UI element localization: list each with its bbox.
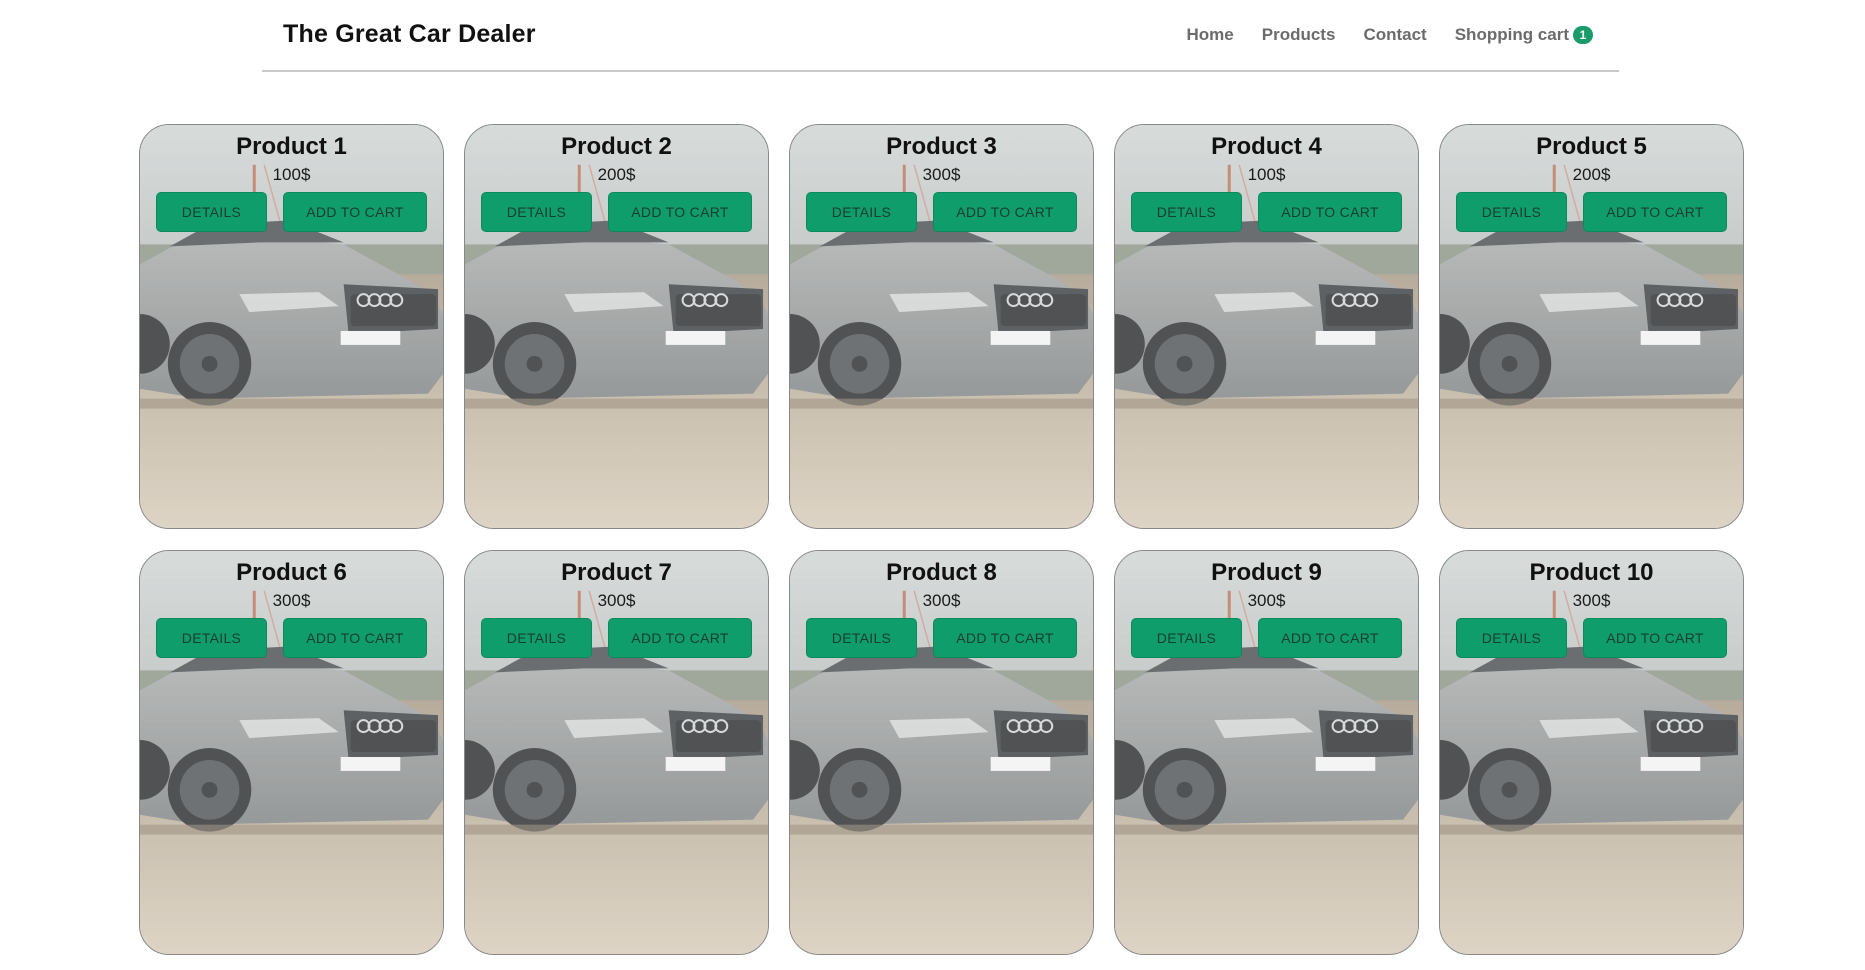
product-price: 300$	[1572, 591, 1611, 610]
add-to-cart-button[interactable]: ADD TO CART	[933, 618, 1077, 658]
product-title: Product 7	[561, 559, 672, 586]
card-image-overlay	[790, 125, 1093, 528]
top-header: The Great Car Dealer Home Products Conta…	[262, 0, 1619, 72]
cart-count-badge: 1	[1573, 26, 1593, 44]
card-image-overlay	[1440, 551, 1743, 954]
details-button[interactable]: DETAILS	[806, 192, 917, 232]
add-to-cart-button[interactable]: ADD TO CART	[283, 618, 427, 658]
product-card: Product 2 200$ DETAILS ADD TO CART	[464, 124, 769, 529]
details-button[interactable]: DETAILS	[156, 618, 267, 658]
product-title: Product 2	[561, 133, 672, 160]
product-price: 100$	[1247, 165, 1286, 184]
product-card: Product 6 300$ DETAILS ADD TO CART	[139, 550, 444, 955]
product-title: Product 3	[886, 133, 997, 160]
main-nav: Home Products Contact Shopping cart 1	[1187, 25, 1593, 45]
add-to-cart-button[interactable]: ADD TO CART	[933, 192, 1077, 232]
add-to-cart-button[interactable]: ADD TO CART	[1258, 618, 1402, 658]
add-to-cart-button[interactable]: ADD TO CART	[1258, 192, 1402, 232]
card-image-overlay	[790, 551, 1093, 954]
details-button[interactable]: DETAILS	[1131, 618, 1242, 658]
card-image-overlay	[140, 551, 443, 954]
add-to-cart-button[interactable]: ADD TO CART	[608, 192, 752, 232]
card-image-overlay	[140, 125, 443, 528]
product-price: 300$	[597, 591, 636, 610]
add-to-cart-button[interactable]: ADD TO CART	[283, 192, 427, 232]
details-button[interactable]: DETAILS	[1456, 618, 1567, 658]
card-image-overlay	[1115, 551, 1418, 954]
details-button[interactable]: DETAILS	[806, 618, 917, 658]
product-price: 300$	[1247, 591, 1286, 610]
product-grid: Product 1 100$ DETAILS ADD TO CART Produ…	[139, 124, 1744, 955]
product-card: Product 10 300$ DETAILS ADD TO CART	[1439, 550, 1744, 955]
product-title: Product 1	[236, 133, 347, 160]
nav-home-link[interactable]: Home	[1187, 25, 1234, 45]
product-card: Product 7 300$ DETAILS ADD TO CART	[464, 550, 769, 955]
card-image-overlay	[465, 551, 768, 954]
product-card: Product 5 200$ DETAILS ADD TO CART	[1439, 124, 1744, 529]
nav-contact-link[interactable]: Contact	[1363, 25, 1426, 45]
details-button[interactable]: DETAILS	[481, 618, 592, 658]
add-to-cart-button[interactable]: ADD TO CART	[1583, 192, 1727, 232]
details-button[interactable]: DETAILS	[481, 192, 592, 232]
product-price: 300$	[272, 591, 311, 610]
product-card: Product 1 100$ DETAILS ADD TO CART	[139, 124, 444, 529]
product-price: 200$	[597, 165, 636, 184]
product-price: 200$	[1572, 165, 1611, 184]
card-image-overlay	[1440, 125, 1743, 528]
product-price: 100$	[272, 165, 311, 184]
details-button[interactable]: DETAILS	[156, 192, 267, 232]
product-title: Product 9	[1211, 559, 1322, 586]
card-image-overlay	[1115, 125, 1418, 528]
product-title: Product 4	[1211, 133, 1322, 160]
shopping-cart-label: Shopping cart	[1454, 25, 1569, 44]
product-title: Product 8	[886, 559, 997, 586]
product-title: Product 5	[1536, 133, 1647, 160]
details-button[interactable]: DETAILS	[1131, 192, 1242, 232]
nav-products-link[interactable]: Products	[1262, 25, 1336, 45]
product-card: Product 8 300$ DETAILS ADD TO CART	[789, 550, 1094, 955]
product-title: Product 10	[1529, 559, 1654, 586]
product-card: Product 3 300$ DETAILS ADD TO CART	[789, 124, 1094, 529]
add-to-cart-button[interactable]: ADD TO CART	[608, 618, 752, 658]
card-image-overlay	[465, 125, 768, 528]
product-price: 300$	[922, 591, 961, 610]
product-price: 300$	[922, 165, 961, 184]
product-title: Product 6	[236, 559, 347, 586]
product-card: Product 9 300$ DETAILS ADD TO CART	[1114, 550, 1419, 955]
nav-shopping-cart-link[interactable]: Shopping cart 1	[1455, 25, 1593, 45]
product-card: Product 4 100$ DETAILS ADD TO CART	[1114, 124, 1419, 529]
add-to-cart-button[interactable]: ADD TO CART	[1583, 618, 1727, 658]
brand-title[interactable]: The Great Car Dealer	[283, 20, 536, 49]
details-button[interactable]: DETAILS	[1456, 192, 1567, 232]
